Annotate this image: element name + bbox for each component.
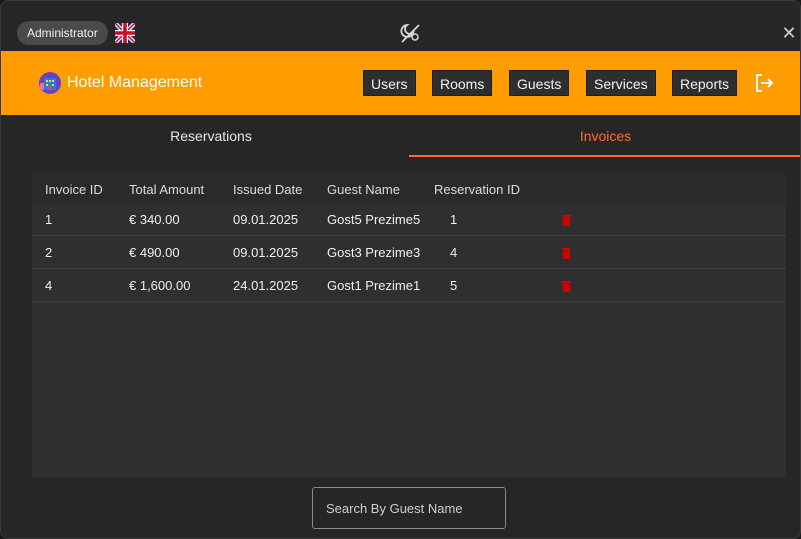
table-header: Invoice ID Total Amount Issued Date Gues… (32, 174, 786, 204)
cell-invoice-id: 1 (45, 212, 53, 227)
cell-guest-name: Gost5 Prezime5 (327, 212, 421, 227)
theme-toggle-icon[interactable] (398, 21, 422, 45)
hotel-logo-icon (39, 72, 61, 94)
nav-guests-button[interactable]: Guests (509, 70, 570, 96)
app-window: Administrator ✕ Hotel Management Users R… (0, 0, 801, 539)
nav-users-button[interactable]: Users (363, 70, 416, 96)
column-header-total-amount: Total Amount (129, 182, 205, 197)
nav-rooms-button[interactable]: Rooms (432, 70, 493, 96)
guest-name-search-input[interactable] (312, 487, 506, 529)
app-title: Hotel Management (67, 74, 203, 91)
nav-reports-button[interactable]: Reports (672, 70, 738, 96)
cell-guest-name: Gost1 Prezime1 (327, 278, 421, 293)
cell-total-amount: € 490.00 (129, 245, 180, 260)
trash-icon[interactable] (562, 281, 571, 292)
column-header-reservation-id: Reservation ID (434, 182, 520, 197)
cell-guest-name: Gost3 Prezime3 (327, 245, 421, 260)
cell-invoice-id: 4 (45, 278, 53, 293)
cell-reservation-id: 4 (450, 245, 458, 260)
table-row[interactable]: 4 € 1,600.00 24.01.2025 Gost1 Prezime1 5 (32, 270, 786, 302)
invoices-table: Invoice ID Total Amount Issued Date Gues… (32, 174, 786, 478)
cell-reservation-id: 5 (450, 278, 458, 293)
close-icon[interactable]: ✕ (781, 23, 797, 43)
trash-icon[interactable] (562, 248, 571, 259)
nav-services-button[interactable]: Services (586, 70, 656, 96)
column-header-invoice-id: Invoice ID (45, 182, 103, 197)
table-row[interactable]: 1 € 340.00 09.01.2025 Gost5 Prezime5 1 (32, 204, 786, 236)
title-bar: Administrator ✕ (1, 1, 800, 51)
column-header-issued-date: Issued Date (233, 182, 303, 197)
logout-icon[interactable] (753, 72, 775, 94)
cell-issued-date: 09.01.2025 (233, 212, 299, 227)
tab-invoices[interactable]: Invoices (409, 115, 800, 157)
table-row[interactable]: 2 € 490.00 09.01.2025 Gost3 Prezime3 4 (32, 237, 786, 269)
cell-total-amount: € 340.00 (129, 212, 180, 227)
cell-invoice-id: 2 (45, 245, 53, 260)
cell-issued-date: 09.01.2025 (233, 245, 299, 260)
tab-bar: Reservations Invoices (1, 115, 800, 159)
cell-issued-date: 24.01.2025 (233, 278, 299, 293)
cell-reservation-id: 1 (450, 212, 458, 227)
uk-flag-icon[interactable] (115, 23, 135, 43)
app-header: Hotel Management Users Rooms Guests Serv… (1, 51, 800, 115)
trash-icon[interactable] (562, 215, 571, 226)
cell-total-amount: € 1,600.00 (129, 278, 191, 293)
tab-reservations[interactable]: Reservations (1, 115, 421, 157)
column-header-guest-name: Guest Name (327, 182, 400, 197)
role-badge[interactable]: Administrator (17, 21, 108, 45)
